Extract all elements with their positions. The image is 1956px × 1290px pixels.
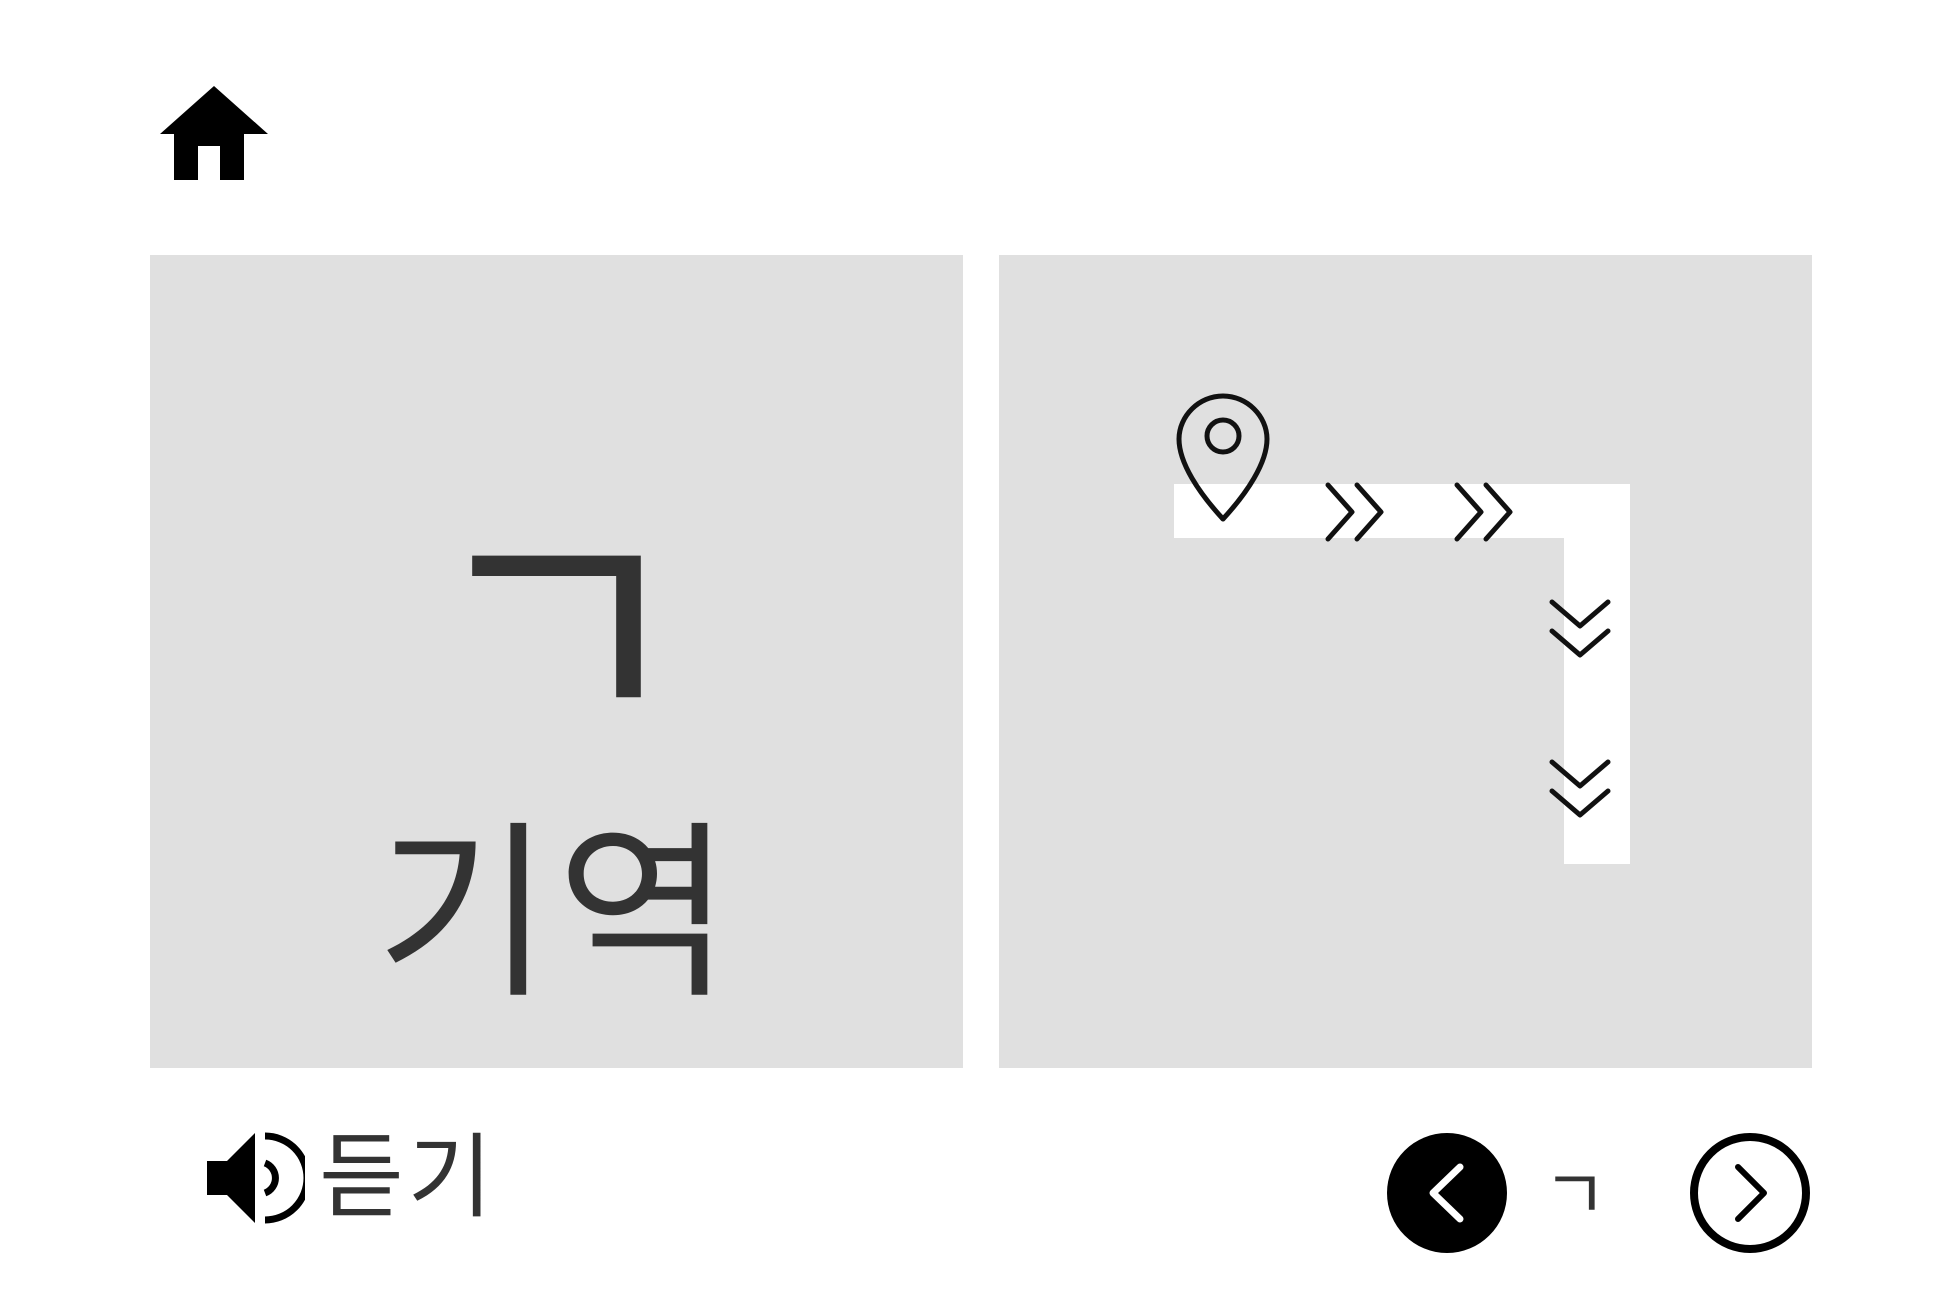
home-button[interactable] bbox=[158, 84, 270, 182]
next-letter-button[interactable] bbox=[1688, 1131, 1812, 1255]
letter-name: 기역 bbox=[375, 804, 738, 1025]
letter-symbol: ㄱ bbox=[418, 460, 695, 809]
listen-button[interactable]: 듣기 bbox=[205, 1128, 496, 1228]
home-icon bbox=[160, 86, 268, 180]
listen-label: 듣기 bbox=[319, 1124, 497, 1231]
previous-letter-button[interactable] bbox=[1385, 1131, 1509, 1255]
stroke-order-guide bbox=[1174, 393, 1630, 864]
letter-practice-screen: ㄱ 기역 듣기 ㄱ bbox=[0, 0, 1956, 1290]
letter-card: ㄱ 기역 bbox=[150, 255, 963, 1068]
current-letter-indicator: ㄱ bbox=[1542, 1154, 1608, 1236]
stroke-path bbox=[1174, 484, 1630, 864]
chevron-left-circle-filled-icon bbox=[1387, 1133, 1507, 1253]
speaker-icon bbox=[207, 1132, 305, 1224]
chevron-right-circle-outline-icon bbox=[1690, 1133, 1810, 1253]
stroke-order-card bbox=[999, 255, 1812, 1068]
